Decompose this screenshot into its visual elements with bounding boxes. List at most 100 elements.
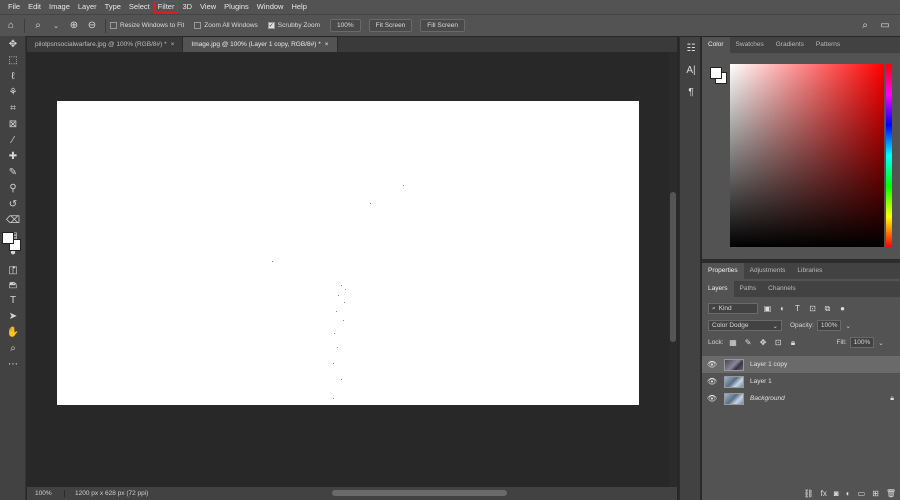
lock-transparent-icon[interactable]: ▦ [728,337,739,348]
layer-row-layer-1[interactable]: 👁︎ Layer 1 [702,373,900,390]
lock-all-icon[interactable]: 🔒︎ [788,337,799,348]
lock-artboard-icon[interactable]: ⊡ [773,337,784,348]
frame-tool-icon[interactable]: ⊠ [0,116,26,132]
menu-filter[interactable]: Filter [153,1,179,13]
adjustment-layer-icon[interactable]: ◐ [846,489,851,498]
opacity-field[interactable]: 100% [816,320,842,331]
type-tool-icon[interactable]: T [0,292,26,308]
checkbox-box[interactable] [110,22,117,29]
foreground-color-swatch[interactable] [710,67,722,79]
tab-layers[interactable]: Layers [702,281,734,297]
zoom-tool-icon[interactable]: ⌕ [0,340,26,356]
menu-file[interactable]: File [4,1,24,13]
tab-paths[interactable]: Paths [734,281,763,297]
eye-icon[interactable]: 👁︎ [702,394,722,403]
home-icon[interactable]: ⌂ [4,19,18,33]
paragraph-icon[interactable]: ¶ [680,81,702,103]
fill-screen-button[interactable]: Fill Screen [420,19,466,32]
chevron-down-icon[interactable]: ⌄ [845,322,850,330]
brush-tool-icon[interactable]: ✎ [0,164,26,180]
menu-layer[interactable]: Layer [74,1,101,13]
checkbox-box[interactable] [194,22,202,29]
zoom-all-windows-checkbox[interactable]: Zoom All Windows [194,22,258,29]
hand-tool-icon[interactable]: ✋ [0,324,26,340]
lasso-tool-icon[interactable]: ℓ [0,68,26,84]
zoom-in-icon[interactable]: ⊕ [67,19,81,33]
menu-select[interactable]: Select [125,1,154,13]
foreground-color-swatch[interactable] [2,232,14,244]
scrubby-zoom-checkbox[interactable]: ✓ Scrubby Zoom [267,22,320,29]
smart-object-filter-icon[interactable]: ⧉ [822,303,833,314]
checkbox-box-checked[interactable]: ✓ [267,22,275,29]
chevron-down-icon[interactable]: ⌄ [878,339,883,347]
menu-help[interactable]: Help [287,1,310,13]
menu-image[interactable]: Image [45,1,74,13]
layer-row-layer-1-copy[interactable]: 👁︎ Layer 1 copy [702,356,900,373]
tab-adjustments[interactable]: Adjustments [744,263,792,279]
fit-screen-button[interactable]: Fit Screen [368,19,413,32]
vertical-scrollbar[interactable] [669,52,677,487]
search-icon[interactable]: ⌕ [858,18,872,32]
layer-kind-filter[interactable]: ⌕ Kind [708,303,758,314]
tab-properties[interactable]: Properties [702,263,744,279]
blend-mode-select[interactable]: Color Dodge ⌄ [708,320,782,331]
link-layers-icon[interactable]: ⛓ [804,489,814,498]
scrollbar-thumb[interactable] [670,192,676,342]
crop-tool-icon[interactable]: ⌗ [0,100,26,116]
layer-name[interactable]: Background [750,395,785,402]
menu-edit[interactable]: Edit [24,1,45,13]
pixel-filter-icon[interactable]: ▣ [762,303,773,314]
eraser-tool-icon[interactable]: ⌫ [0,212,26,228]
eye-icon[interactable]: 👁︎ [702,360,722,369]
tab-document-1[interactable]: pilotpsnsocialwarfare.jpg @ 100% (RGB/8#… [27,37,184,52]
menu-3d[interactable]: 3D [178,1,196,13]
quick-mask-icon[interactable]: ◫ [0,262,26,278]
workspace-icon[interactable]: ▭ [878,18,892,32]
close-icon[interactable]: × [171,41,175,48]
eye-icon[interactable]: 👁︎ [702,377,722,386]
layer-row-background[interactable]: 👁︎ Background 🔒︎ [702,390,900,407]
history-icon[interactable]: ☷ [680,37,702,59]
layer-name[interactable]: Layer 1 copy [750,361,787,368]
path-select-tool-icon[interactable]: ➤ [0,308,26,324]
adjustment-filter-icon[interactable]: ◐ [777,303,788,314]
zoom-level[interactable]: 100% [27,490,65,497]
character-icon[interactable]: A| [680,59,702,81]
healing-brush-tool-icon[interactable]: ✚ [0,148,26,164]
fx-icon[interactable]: fx [821,489,827,498]
menu-window[interactable]: Window [253,1,288,13]
color-field[interactable] [730,64,884,247]
hue-slider[interactable] [886,64,892,247]
tab-patterns[interactable]: Patterns [810,37,846,53]
layer-name[interactable]: Layer 1 [750,378,772,385]
menu-view[interactable]: View [196,1,220,13]
chevron-down-icon[interactable]: ⌄ [49,19,63,33]
zoom-tool-icon[interactable]: ⌕ [31,19,45,33]
resize-windows-checkbox[interactable]: Resize Windows to Fit [110,22,184,29]
tab-channels[interactable]: Channels [762,281,801,297]
fill-field[interactable]: 100% [849,337,875,348]
filter-toggle-icon[interactable]: ● [837,303,848,314]
eyedropper-tool-icon[interactable]: ⁄ [0,132,26,148]
menu-type[interactable]: Type [101,1,125,13]
lock-icon[interactable]: 🔒︎ [890,395,894,403]
lock-position-icon[interactable]: ✥ [758,337,769,348]
new-group-icon[interactable]: ▭ [858,489,866,498]
zoom-value-field[interactable]: 100% [330,19,361,32]
new-layer-icon[interactable]: ⊞ [872,489,879,498]
move-tool-icon[interactable]: ✥ [0,36,26,52]
type-filter-icon[interactable]: T [792,303,803,314]
tab-color[interactable]: Color [702,37,730,53]
horizontal-scrollbar-thumb[interactable] [332,490,507,496]
canvas-area[interactable] [27,52,677,487]
tab-swatches[interactable]: Swatches [730,37,770,53]
close-icon[interactable]: × [325,41,329,48]
history-brush-tool-icon[interactable]: ↺ [0,196,26,212]
color-swatches[interactable] [2,232,24,254]
tab-gradients[interactable]: Gradients [770,37,810,53]
add-mask-icon[interactable]: ◙ [834,489,839,498]
document-canvas[interactable] [57,101,639,405]
screen-mode-icon[interactable]: ▭ [0,278,26,294]
zoom-out-icon[interactable]: ⊖ [85,19,99,33]
delete-layer-icon[interactable]: 🗑︎ [886,489,896,498]
